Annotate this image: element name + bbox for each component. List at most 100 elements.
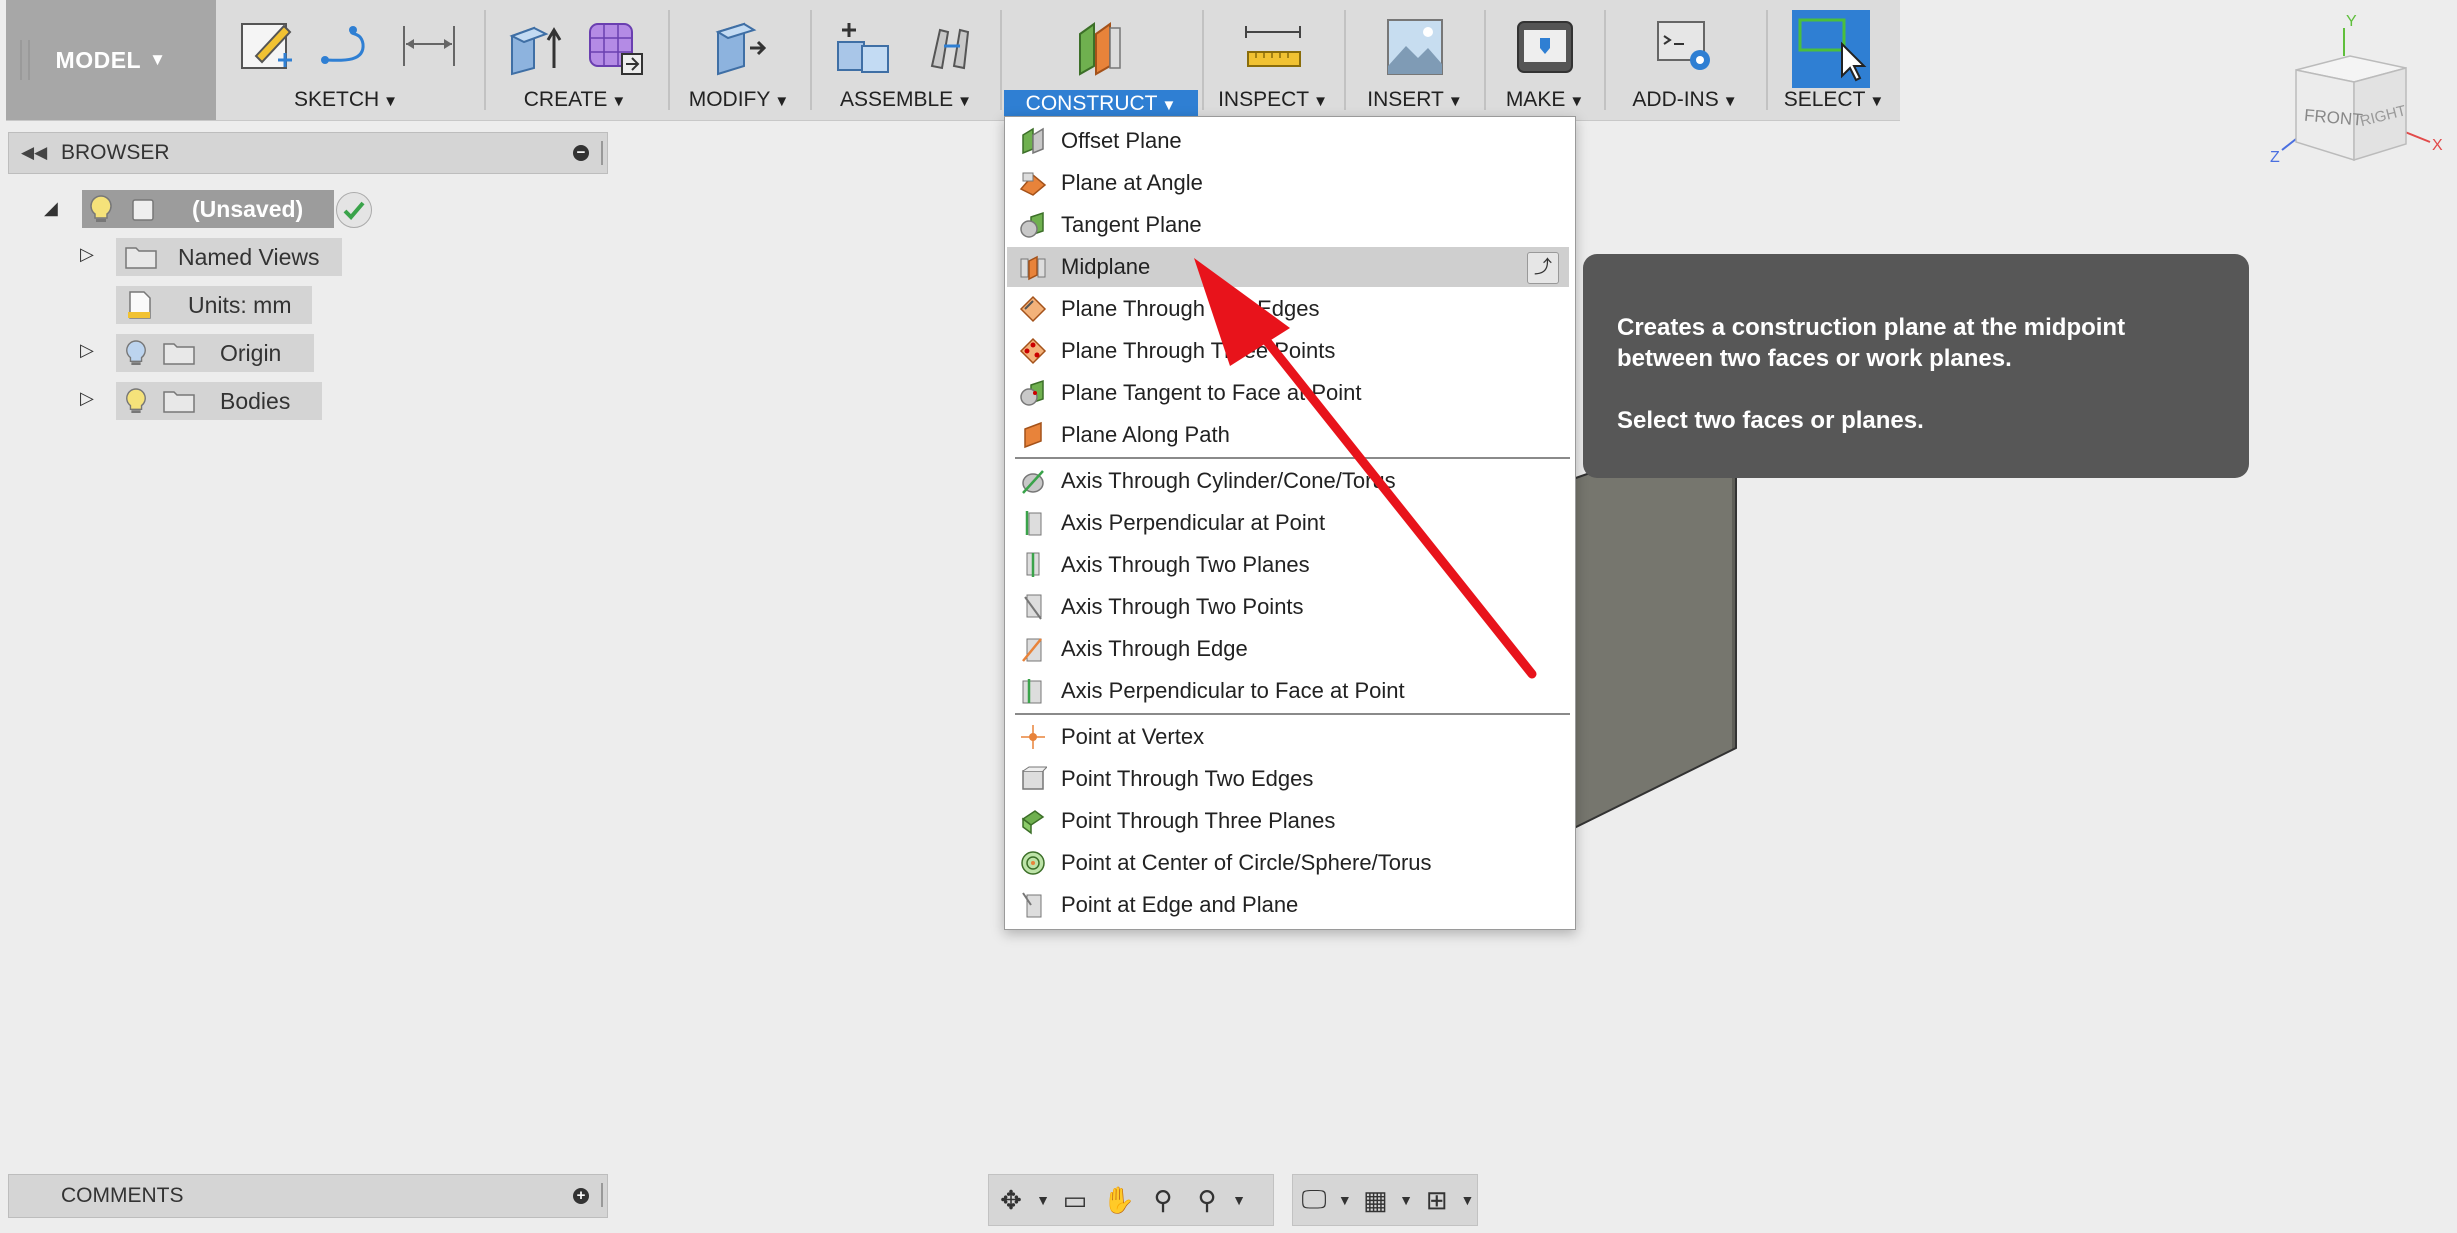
menu-item-point-through-three-planes[interactable]: Point Through Three Planes (1007, 801, 1569, 841)
chevron-down-icon[interactable]: ▼ (1335, 1180, 1354, 1220)
tree-item-label: Bodies (220, 387, 291, 414)
axis-two-points-icon (1024, 594, 1042, 620)
new-component-icon[interactable] (832, 16, 894, 78)
chevron-down-icon: ▼ (611, 93, 627, 110)
toolbar-divider (810, 10, 812, 110)
activate-check-icon[interactable] (336, 192, 372, 228)
viewports-icon[interactable]: ⊞ (1416, 1180, 1458, 1220)
chevron-down-icon: ▼ (1161, 97, 1177, 114)
folder-icon (163, 391, 195, 413)
toolbar-divider (1604, 10, 1606, 110)
toolbar-group-inspect[interactable]: INSPECT ▼ (1208, 0, 1338, 120)
toolbar-group-create[interactable]: CREATE ▼ (490, 0, 660, 120)
grid-icon[interactable]: ▦ (1354, 1180, 1396, 1220)
panel-grip[interactable] (601, 141, 603, 165)
toolbar-group-modify[interactable]: MODIFY ▼ (674, 0, 804, 120)
sketch-group-label[interactable]: SKETCH ▼ (222, 88, 470, 112)
zoom-icon[interactable]: ⚲ (1141, 1180, 1185, 1220)
toolbar-group-select[interactable]: SELECT ▼ (1772, 0, 1896, 120)
toolbar-divider (1344, 10, 1346, 110)
chevron-down-icon[interactable]: ▼ (1229, 1180, 1249, 1220)
menu-item-point-through-two-edges[interactable]: Point Through Two Edges (1007, 759, 1569, 799)
create-sketch-icon[interactable] (236, 16, 298, 78)
chevron-down-icon: ▼ (957, 93, 973, 110)
select-group-label[interactable]: SELECT ▼ (1772, 88, 1896, 112)
menu-item-point-at-center[interactable]: Point at Center of Circle/Sphere/Torus (1007, 843, 1569, 883)
lightbulb-icon[interactable] (124, 386, 148, 416)
expand-triangle-icon[interactable]: ▷ (80, 340, 94, 361)
toolbar-group-make[interactable]: MAKE ▼ (1490, 0, 1600, 120)
menu-item-plane-at-angle[interactable]: Plane at Angle (1007, 163, 1569, 203)
expand-triangle-icon[interactable]: ▷ (80, 388, 94, 409)
tree-item-units[interactable]: Units: mm (116, 286, 312, 324)
make-group-label[interactable]: MAKE ▼ (1490, 88, 1600, 112)
browser-panel-header[interactable]: ◀◀ BROWSER − (8, 132, 608, 174)
create-group-label[interactable]: CREATE ▼ (490, 88, 660, 112)
document-settings-icon (128, 291, 151, 319)
panel-grip[interactable] (601, 1183, 603, 1207)
point-two-edges-icon (1022, 766, 1047, 790)
display-toolbar: 🖵 ▼ ▦ ▼ ⊞ ▼ (1292, 1174, 1478, 1226)
dimension-icon[interactable] (398, 16, 460, 78)
tree-item-bodies[interactable]: Bodies (116, 382, 322, 420)
point-three-planes-icon (1021, 810, 1045, 835)
measure-icon[interactable] (1242, 16, 1304, 78)
expand-triangle-icon[interactable]: ▷ (80, 244, 94, 265)
menu-item-offset-plane[interactable]: Offset Plane (1007, 121, 1569, 161)
extrude-icon[interactable] (504, 16, 566, 78)
joint-icon[interactable] (920, 16, 982, 78)
collapse-panel-icon[interactable]: ◀◀ (21, 143, 47, 163)
construct-group-label[interactable]: CONSTRUCT ▼ (1004, 90, 1198, 118)
display-settings-icon[interactable]: 🖵 (1293, 1180, 1335, 1220)
toolbar-group-sketch[interactable]: SKETCH ▼ (222, 0, 470, 120)
select-icon[interactable] (1792, 10, 1870, 88)
axis-edge-icon (1022, 638, 1042, 662)
insert-image-icon[interactable] (1384, 16, 1446, 78)
add-ins-group-label[interactable]: ADD-INS ▼ (1610, 88, 1760, 112)
look-at-icon[interactable]: ▭ (1053, 1180, 1097, 1220)
chevron-down-icon[interactable]: ▼ (1397, 1180, 1416, 1220)
orbit-icon[interactable]: ✥ (989, 1180, 1033, 1220)
create-form-icon[interactable] (584, 16, 646, 78)
scripts-addins-icon[interactable] (1654, 16, 1716, 78)
root-name: (Unsaved) (192, 195, 304, 222)
menu-item-point-at-edge-and-plane[interactable]: Point at Edge and Plane (1007, 885, 1569, 925)
menu-item-label: Point at Center of Circle/Sphere/Torus (1061, 850, 1432, 875)
press-pull-icon[interactable] (708, 16, 770, 78)
view-cube[interactable]: Y Z X FRONT RIGHT (2260, 10, 2450, 180)
construct-plane-icon[interactable] (1070, 16, 1132, 78)
comments-panel-header[interactable]: COMMENTS + (8, 1174, 608, 1218)
pan-hand-icon[interactable]: ✋ (1097, 1180, 1141, 1220)
point-vertex-icon (1021, 725, 1045, 749)
expand-triangle-open-icon[interactable]: ◢ (44, 198, 58, 219)
toolbar-group-insert[interactable]: INSERT ▼ (1350, 0, 1480, 120)
lightbulb-off-icon[interactable] (124, 338, 148, 368)
tree-item-root[interactable]: (Unsaved) (82, 190, 334, 228)
workspace-label: MODEL (55, 46, 142, 73)
chevron-down-icon[interactable]: ▼ (1458, 1180, 1477, 1220)
minimize-icon[interactable]: − (573, 145, 589, 161)
inspect-group-label[interactable]: INSPECT ▼ (1208, 88, 1338, 112)
tree-item-named-views[interactable]: Named Views (116, 238, 342, 276)
menu-item-point-at-vertex[interactable]: Point at Vertex (1007, 717, 1569, 757)
menu-item-tangent-plane[interactable]: Tangent Plane (1007, 205, 1569, 245)
toolbar-group-add-ins[interactable]: ADD-INS ▼ (1610, 0, 1760, 120)
point-center-icon (1021, 851, 1045, 875)
3d-print-icon[interactable] (1514, 16, 1576, 78)
menu-item-label: Plane at Angle (1061, 170, 1203, 195)
modify-group-label[interactable]: MODIFY ▼ (674, 88, 804, 112)
menu-item-label: Point at Edge and Plane (1061, 892, 1299, 917)
toolbar-group-assemble[interactable]: ASSEMBLE ▼ (816, 0, 996, 120)
spline-icon[interactable] (317, 16, 379, 78)
chevron-down-icon[interactable]: ▼ (1033, 1180, 1053, 1220)
tree-item-origin[interactable]: Origin (116, 334, 314, 372)
insert-group-label[interactable]: INSERT ▼ (1350, 88, 1480, 112)
lightbulb-icon[interactable] (88, 194, 114, 224)
add-comment-icon[interactable]: + (573, 1188, 589, 1204)
tooltip-description-line: Creates a construction plane at the midp… (1617, 314, 2126, 341)
assemble-group-label[interactable]: ASSEMBLE ▼ (816, 88, 996, 112)
toolbar-group-construct[interactable]: CONSTRUCT ▼ (1004, 0, 1198, 120)
toolbar-grip[interactable] (20, 40, 30, 80)
workspace-model-button[interactable]: MODEL ▼ (6, 0, 216, 120)
fit-zoom-icon[interactable]: ⚲ (1185, 1180, 1229, 1220)
